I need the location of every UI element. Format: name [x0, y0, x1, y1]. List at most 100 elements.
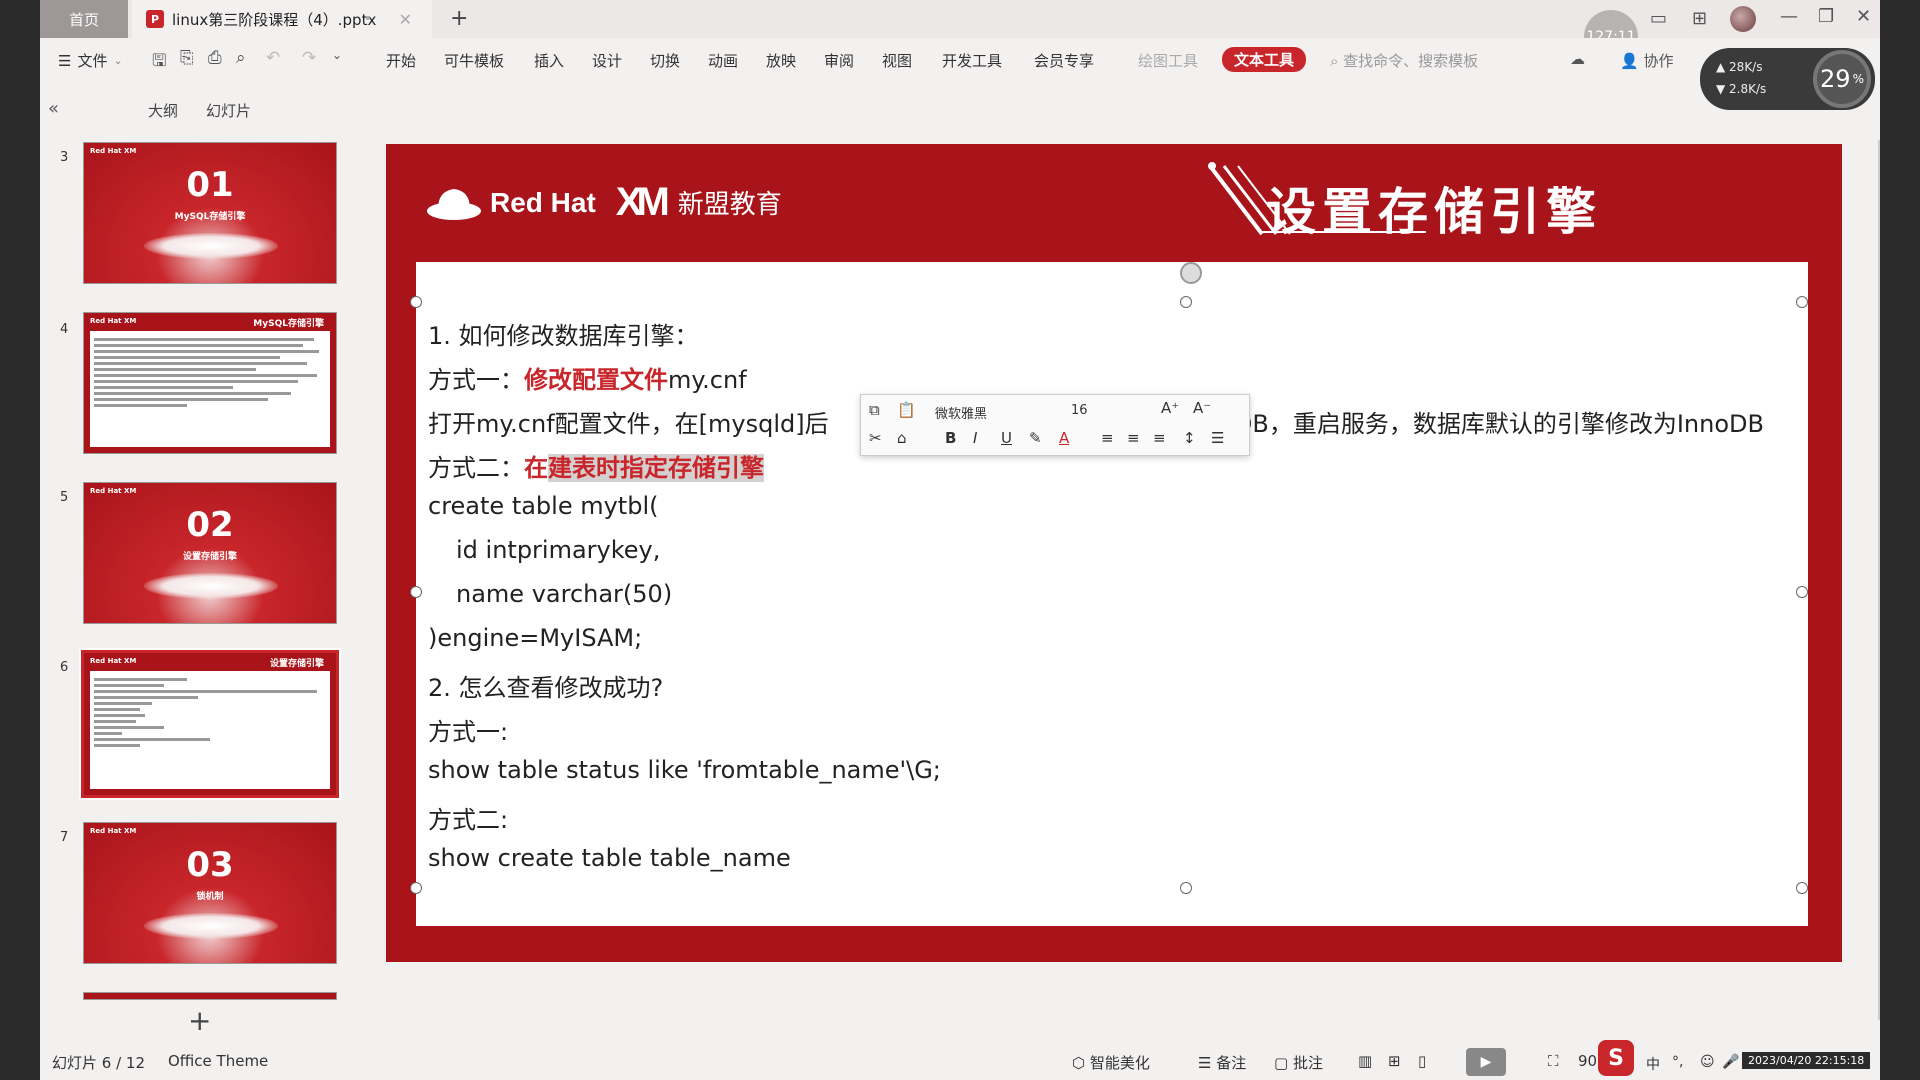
- quick-access-dropdown-icon[interactable]: ⌄: [332, 48, 342, 62]
- upload-speed: ▲ 28K/s: [1716, 60, 1763, 74]
- print-icon[interactable]: ⎙: [208, 48, 222, 68]
- network-speed-widget: ▲ 28K/s ▼ 2.8K/s 29%: [1700, 48, 1875, 110]
- tab-templates[interactable]: 可牛模板: [444, 50, 504, 71]
- align-right-icon[interactable]: ≡: [1153, 429, 1166, 447]
- close-window-button[interactable]: ✕: [1856, 6, 1871, 27]
- resize-handle[interactable]: [410, 882, 422, 894]
- tab-text-tools[interactable]: 文本工具: [1222, 47, 1307, 72]
- align-center-icon[interactable]: ≡: [1127, 429, 1140, 447]
- align-left-icon[interactable]: ≡: [1101, 429, 1114, 447]
- slide-thumbnail-5[interactable]: Red Hat XM 02 设置存储引擎: [83, 482, 337, 624]
- tab-animations[interactable]: 动画: [708, 50, 738, 71]
- tab-home[interactable]: 首页: [40, 0, 128, 38]
- slide-thumbnail-7[interactable]: Red Hat XM 03 锁机制: [83, 822, 337, 964]
- cloud-icon[interactable]: ☁: [1570, 50, 1585, 68]
- resize-handle[interactable]: [1796, 296, 1808, 308]
- save-icon[interactable]: 🖫: [152, 48, 166, 77]
- font-color-button[interactable]: A: [1059, 429, 1069, 447]
- microphone-icon[interactable]: 🎤: [1722, 1054, 1739, 1070]
- command-search[interactable]: ⌕ 查找命令、搜索模板: [1330, 50, 1478, 71]
- resize-handle[interactable]: [1180, 882, 1192, 894]
- tab-home-ribbon[interactable]: 开始: [386, 50, 416, 71]
- notes-button[interactable]: ☰ 备注: [1198, 1052, 1246, 1073]
- resize-handle[interactable]: [1796, 882, 1808, 894]
- reading-view-icon[interactable]: ▯: [1418, 1052, 1426, 1070]
- tab-slides[interactable]: 幻灯片: [206, 100, 251, 121]
- increase-font-icon[interactable]: A⁺: [1161, 399, 1179, 417]
- underline-button[interactable]: U: [1001, 429, 1012, 447]
- decrease-font-icon[interactable]: A⁻: [1193, 399, 1211, 417]
- tab-developer[interactable]: 开发工具: [942, 50, 1002, 71]
- normal-view-icon[interactable]: ▥: [1358, 1052, 1372, 1070]
- usage-ring: 29%: [1813, 50, 1871, 108]
- text-line: show create table table_name: [428, 844, 791, 872]
- sorter-view-icon[interactable]: ⊞: [1388, 1052, 1401, 1070]
- sogou-ime-icon[interactable]: S: [1598, 1040, 1634, 1076]
- thumb-disc: [144, 573, 278, 599]
- slide-canvas: Red Hat XM 新盟教育 设置存储引擎 1. 如何修改数据库引擎： 方式一…: [386, 144, 1842, 962]
- rotate-handle[interactable]: [1180, 262, 1202, 284]
- collaborate-button[interactable]: 👤 协作: [1620, 50, 1673, 71]
- resize-handle[interactable]: [410, 586, 422, 598]
- fit-window-icon[interactable]: ⛶: [1548, 1052, 1559, 1070]
- bold-button[interactable]: B: [945, 429, 956, 447]
- comments-button[interactable]: ▢ 批注: [1274, 1052, 1323, 1073]
- text-box[interactable]: 1. 如何修改数据库引擎： 方式一：修改配置文件my.cnf 打开my.cnf配…: [410, 262, 1808, 926]
- copy-icon[interactable]: ⧉: [869, 401, 880, 419]
- new-tab-button[interactable]: +: [450, 6, 468, 31]
- undo-icon[interactable]: ↶: [266, 48, 280, 68]
- tab-member[interactable]: 会员专享: [1034, 50, 1094, 71]
- close-tab-icon[interactable]: ✕: [399, 10, 412, 29]
- tab-review[interactable]: 审阅: [824, 50, 854, 71]
- thumb-disc: [144, 233, 278, 259]
- format-painter-icon[interactable]: ⌂: [897, 429, 907, 447]
- line-spacing-icon[interactable]: ↕: [1183, 429, 1196, 447]
- apps-grid-icon[interactable]: ⊞: [1692, 8, 1707, 29]
- paragraph-spacing-icon[interactable]: ☰: [1211, 429, 1224, 447]
- text-line: 方式一：修改配置文件my.cnf: [428, 366, 747, 394]
- tab-insert[interactable]: 插入: [534, 50, 564, 71]
- restore-button[interactable]: ❐: [1818, 6, 1834, 27]
- emoji-icon[interactable]: ☺: [1700, 1054, 1715, 1070]
- tab-document[interactable]: P linux第三阶段课程（4）.pptx • ✕: [132, 0, 432, 38]
- export-icon[interactable]: ⎘: [180, 48, 194, 68]
- cut-icon[interactable]: ✂: [869, 429, 882, 447]
- italic-button[interactable]: I: [973, 429, 977, 447]
- tab-view[interactable]: 视图: [882, 50, 912, 71]
- slide-thumbnail-4[interactable]: Red Hat XM MySQL存储引擎: [83, 312, 337, 454]
- punctuation-icon[interactable]: °,: [1672, 1054, 1683, 1070]
- redo-icon[interactable]: ↷: [302, 48, 316, 68]
- resize-handle[interactable]: [1180, 296, 1192, 308]
- slide-thumbnail-3[interactable]: Red Hat XM 01 MySQL存储引擎: [83, 142, 337, 284]
- play-slideshow-button[interactable]: ▶: [1466, 1048, 1506, 1076]
- font-size-select[interactable]: 16: [1071, 403, 1088, 418]
- slide-thumbnail-6[interactable]: Red Hat XM 设置存储引擎: [79, 648, 341, 800]
- layout-icon[interactable]: ▭: [1650, 8, 1667, 29]
- file-menu[interactable]: ☰ 文件 ⌄: [58, 50, 123, 71]
- resize-handle[interactable]: [410, 296, 422, 308]
- slide-index: 幻灯片 6 / 12: [52, 1054, 145, 1072]
- font-family-select[interactable]: 微软雅黑: [935, 403, 987, 422]
- ime-mode[interactable]: 中: [1646, 1054, 1660, 1074]
- tab-slideshow[interactable]: 放映: [766, 50, 796, 71]
- paste-icon[interactable]: 📋: [897, 401, 916, 419]
- text-line: )engine=MyISAM;: [428, 624, 643, 652]
- preview-icon[interactable]: ⌕: [236, 48, 246, 68]
- vertical-scrollbar[interactable]: [1878, 140, 1880, 1020]
- resize-handle[interactable]: [1796, 586, 1808, 598]
- tab-transitions[interactable]: 切换: [650, 50, 680, 71]
- thumb-number: 7: [60, 830, 69, 845]
- tab-outline[interactable]: 大纲: [148, 100, 178, 121]
- user-avatar[interactable]: [1730, 6, 1756, 32]
- download-speed: ▼ 2.8K/s: [1716, 82, 1767, 96]
- add-slide-button[interactable]: +: [188, 1004, 211, 1037]
- highlight-icon[interactable]: ✎: [1029, 429, 1042, 447]
- tab-drawing-tools[interactable]: 绘图工具: [1138, 50, 1198, 71]
- minimize-button[interactable]: —: [1780, 6, 1798, 27]
- tab-design[interactable]: 设计: [592, 50, 622, 71]
- collapse-panel-icon[interactable]: «: [48, 98, 59, 119]
- slide-thumbnail-8-partial[interactable]: [83, 992, 337, 1000]
- thumb-subtitle: 锁机制: [196, 892, 224, 902]
- thumb-body: [90, 331, 330, 447]
- smart-beautify-button[interactable]: ⬡ 智能美化: [1072, 1052, 1150, 1073]
